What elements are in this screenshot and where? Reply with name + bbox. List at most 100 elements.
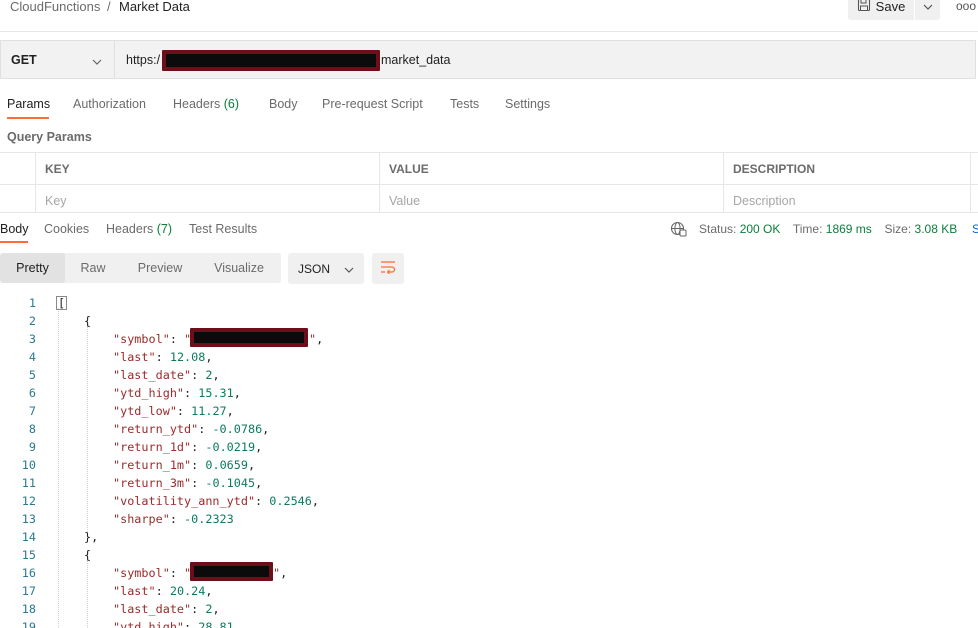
indent-guide <box>58 308 59 628</box>
active-tab-indicator <box>7 117 49 119</box>
json-key: "symbol" <box>113 332 170 346</box>
indent-guide <box>87 560 88 628</box>
code-line: "symbol": " <box>113 332 192 346</box>
json-value: 28.81 <box>198 620 234 628</box>
symbol-redaction <box>190 328 308 347</box>
line-number: 4 <box>28 350 36 364</box>
save-response-link[interactable]: S <box>972 222 978 236</box>
code-line: "return_1d": -0.0219, <box>113 440 263 454</box>
json-value: 11.27 <box>191 404 227 418</box>
code-line: "return_ytd": -0.0786, <box>113 422 270 436</box>
save-button[interactable]: Save <box>848 0 914 20</box>
wrap-lines-icon <box>380 260 396 277</box>
json-key: "return_3m" <box>113 476 192 490</box>
line-number: 14 <box>21 530 36 544</box>
line-number: 17 <box>21 584 36 598</box>
response-stats: Status: 200 OK Time: 1869 ms Size: 3.08 … <box>699 222 957 236</box>
tab-body[interactable]: Body <box>269 97 298 111</box>
globe-icon[interactable] <box>670 221 687 240</box>
code-line: "last": 12.08, <box>113 350 213 364</box>
method-label: GET <box>11 52 37 67</box>
tab-tests[interactable]: Tests <box>450 97 479 111</box>
json-key: "ytd_low" <box>113 404 177 418</box>
value-input[interactable]: Value <box>389 194 420 208</box>
line-number: 3 <box>28 332 36 346</box>
tab-params[interactable]: Params <box>7 97 50 111</box>
chevron-down-icon <box>344 262 354 276</box>
code-line: ", <box>309 332 324 346</box>
size-value[interactable]: 3.08 KB <box>915 222 958 236</box>
code-bracket-open: [ <box>56 296 68 310</box>
tab-settings[interactable]: Settings <box>505 97 550 111</box>
status-value[interactable]: 200 OK <box>740 222 781 236</box>
line-number: 7 <box>28 404 36 418</box>
code-line: "volatility_ann_ytd": 0.2546, <box>113 494 319 508</box>
view-preview-button[interactable]: Preview <box>128 253 192 283</box>
column-divider <box>379 152 380 213</box>
json-key: "return_1m" <box>113 458 192 472</box>
line-number: 1 <box>28 296 36 310</box>
response-body[interactable]: 1 2 3 4 5 6 7 8 9 10 11 12 13 14 15 16 1… <box>0 296 978 628</box>
json-value: 15.31 <box>198 386 234 400</box>
json-key: "return_ytd" <box>113 422 199 436</box>
json-key: "last" <box>113 350 156 364</box>
code-line: "ytd_high": 15.31, <box>113 386 241 400</box>
breadcrumb-parent[interactable]: CloudFunctions <box>10 0 100 14</box>
code-brace-open: { <box>84 548 92 562</box>
line-number: 9 <box>28 440 36 454</box>
save-icon <box>857 0 871 15</box>
json-key: "last_date" <box>113 368 192 382</box>
key-input[interactable]: Key <box>45 194 67 208</box>
line-number: 16 <box>21 566 36 580</box>
line-number: 10 <box>21 458 36 472</box>
json-value: 0.0659 <box>205 458 248 472</box>
tab-headers-label: Headers <box>173 97 221 111</box>
format-label: JSON <box>298 261 331 276</box>
json-value: -0.0786 <box>212 422 263 436</box>
active-response-tab-indicator <box>0 241 28 243</box>
line-number: 15 <box>21 548 36 562</box>
response-tab-cookies[interactable]: Cookies <box>44 222 89 236</box>
json-key: "return_1d" <box>113 440 192 454</box>
code-line: "symbol": " <box>113 566 192 580</box>
response-tab-test-results[interactable]: Test Results <box>189 222 257 236</box>
description-input[interactable]: Description <box>733 194 796 208</box>
code-brace-open: { <box>84 314 92 328</box>
chevron-down-icon <box>923 0 933 13</box>
view-raw-button[interactable]: Raw <box>68 253 118 283</box>
format-select[interactable]: JSON <box>288 253 364 284</box>
code-line: "last_date": 2, <box>113 602 220 616</box>
view-pretty-button[interactable]: Pretty <box>0 253 65 283</box>
line-number: 8 <box>28 422 36 436</box>
response-tab-headers-label: Headers <box>106 222 154 236</box>
json-key: "symbol" <box>113 566 170 580</box>
breadcrumb-separator: / <box>107 0 111 14</box>
params-table-row <box>0 185 978 213</box>
symbol-redaction <box>190 562 273 581</box>
column-divider <box>723 152 724 213</box>
code-line: "last": 20.24, <box>113 584 213 598</box>
json-key: "last_date" <box>113 602 192 616</box>
line-number: 13 <box>21 512 36 526</box>
code-line: ", <box>273 566 288 580</box>
response-tab-headers[interactable]: Headers (7) <box>106 222 172 236</box>
response-tab-body[interactable]: Body <box>0 222 29 236</box>
column-divider <box>35 152 36 213</box>
tab-pre-request-script[interactable]: Pre-request Script <box>322 97 423 111</box>
code-line: "ytd_low": 11.27, <box>113 404 234 418</box>
query-params-title: Query Params <box>7 130 92 144</box>
url-redaction <box>162 50 380 71</box>
more-options-icon[interactable]: ooo <box>956 0 976 12</box>
wrap-lines-button[interactable] <box>372 253 404 284</box>
view-visualize-button[interactable]: Visualize <box>204 253 274 283</box>
tab-authorization[interactable]: Authorization <box>73 97 146 111</box>
url-prefix: https:/ <box>126 53 161 67</box>
code-line: "sharpe": -0.2323 <box>113 512 234 526</box>
column-divider <box>970 152 971 213</box>
json-key: "sharpe" <box>113 512 170 526</box>
save-options-button[interactable] <box>915 0 940 20</box>
code-line: "return_3m": -0.1045, <box>113 476 263 490</box>
tab-headers[interactable]: Headers (6) <box>173 97 239 111</box>
time-value[interactable]: 1869 ms <box>826 222 872 236</box>
json-value: -0.0219 <box>205 440 256 454</box>
